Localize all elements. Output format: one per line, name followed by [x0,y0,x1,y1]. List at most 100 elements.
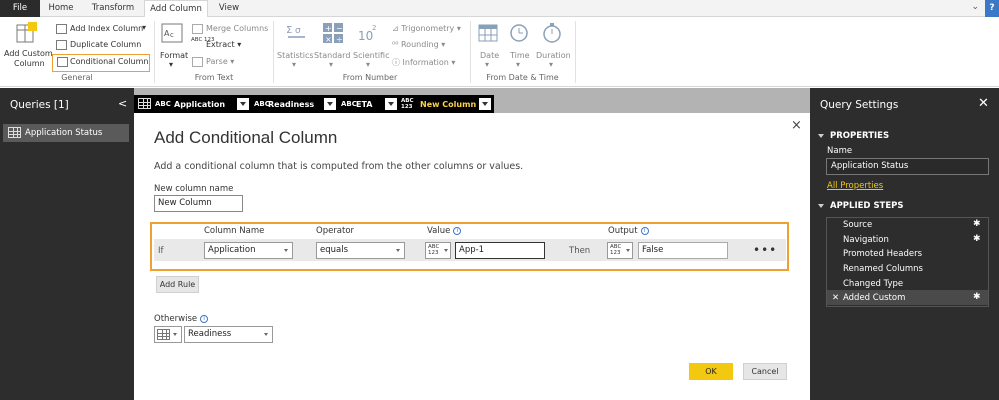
rule-more-options-icon[interactable]: ••• [753,243,777,257]
otherwise-select[interactable]: Readiness [184,326,273,343]
query-settings-title: Query Settings [820,99,899,111]
rounding-button[interactable]: ⁰⁰ Rounding ▾ [392,40,445,49]
queries-collapse-icon[interactable]: < [118,97,127,110]
scientific-dropdown-icon[interactable]: ▾ [366,60,370,69]
ribbon-collapse-icon[interactable]: ⌄ [971,2,979,12]
format-button[interactable]: Format [160,51,188,60]
date-icon[interactable] [478,23,498,43]
tab-home[interactable]: Home [40,0,82,17]
time-button[interactable]: Time [510,51,530,60]
applied-steps-heading[interactable]: APPLIED STEPS [818,201,904,211]
standard-icon[interactable]: + − × ÷ [322,22,344,44]
time-icon[interactable] [509,23,529,43]
duplicate-column-button[interactable]: Duplicate Column [70,40,141,49]
scientific-icon[interactable]: 10 2 [357,22,379,44]
column-header-application[interactable]: Application [174,100,225,109]
add-index-column-icon [56,24,67,34]
otherwise-info-icon[interactable]: i [200,314,209,323]
tab-view[interactable]: View [208,0,250,17]
svg-text:c: c [170,31,174,39]
then-label: Then [569,246,591,256]
all-properties-link[interactable]: All Properties [827,181,883,191]
svg-text:−: − [336,24,343,33]
statistics-icon[interactable]: Σ σ [285,22,307,44]
svg-text:+: + [325,24,332,33]
value-type-select[interactable]: ABC 123 [425,242,451,259]
step-source[interactable]: Source [843,220,872,230]
output-info-icon[interactable]: i [640,226,649,235]
output-input[interactable]: False [638,242,728,259]
new-column-name-label: New column name [154,184,234,194]
add-index-dropdown-icon[interactable]: ▾ [142,23,146,32]
readiness-filter-icon[interactable] [324,98,336,110]
scientific-button[interactable]: Scientific [353,51,390,60]
step-promoted-headers[interactable]: Promoted Headers [843,249,922,259]
duration-dropdown-icon[interactable]: ▾ [549,60,553,69]
step-added-custom[interactable]: Added Custom [843,293,905,303]
statistics-dropdown-icon[interactable]: ▾ [292,60,296,69]
value-header: Value i [427,226,462,236]
new-column-name-input[interactable]: New Column [154,195,243,212]
group-separator [575,21,576,83]
query-settings-close-icon[interactable]: ✕ [978,96,989,111]
dialog-close-icon[interactable]: × [791,118,802,133]
source-gear-icon[interactable]: ✱ [973,219,981,229]
date-button[interactable]: Date [480,51,499,60]
step-changed-type[interactable]: Changed Type [843,279,903,289]
merge-columns-button[interactable]: Merge Columns [206,24,268,33]
dialog-description: Add a conditional column that is compute… [154,161,524,172]
value-input[interactable]: App-1 [455,242,545,259]
help-icon[interactable]: ? [985,0,999,17]
standard-button[interactable]: Standard [314,51,350,60]
format-icon[interactable]: A c [160,23,184,43]
add-custom-column-label-2[interactable]: Column [14,59,45,68]
query-name-input[interactable]: Application Status [826,158,989,175]
dialog-title: Add Conditional Column [154,128,338,147]
tab-file[interactable]: File [0,0,40,17]
parse-button[interactable]: Parse ▾ [206,57,234,66]
otherwise-type-select[interactable] [154,326,182,343]
parse-icon [192,57,203,67]
column-header-readiness[interactable]: Readiness [268,100,314,109]
add-custom-column-label-1[interactable]: Add Custom [4,49,53,58]
statistics-button[interactable]: Statistics [277,51,314,60]
tab-add-column[interactable]: Add Column [144,0,208,18]
new-column-type-icon[interactable]: ABC 123 [401,98,417,110]
group-from-text-label: From Text [194,73,234,82]
delete-step-icon[interactable]: ✕ [832,293,839,303]
properties-heading[interactable]: PROPERTIES [818,131,889,141]
column-header-new-column[interactable]: New Column [420,100,476,109]
cancel-button[interactable]: Cancel [743,363,787,380]
new-column-filter-icon[interactable] [479,98,491,110]
tab-transform[interactable]: Transform [82,0,144,17]
duration-icon[interactable] [542,22,562,44]
navigation-gear-icon[interactable]: ✱ [973,234,981,244]
duration-button[interactable]: Duration [536,51,571,60]
value-info-icon[interactable]: i [453,226,462,235]
operator-select[interactable]: equals [316,242,405,259]
time-dropdown-icon[interactable]: ▾ [516,60,520,69]
format-dropdown-icon[interactable]: ▾ [169,60,173,69]
added-custom-gear-icon[interactable]: ✱ [973,292,981,302]
add-rule-button[interactable]: Add Rule [156,276,199,293]
information-button[interactable]: ⓘ Information ▾ [392,57,455,68]
table-menu-icon[interactable] [138,98,151,109]
add-custom-column-icon[interactable] [16,22,38,44]
output-type-select[interactable]: ABC 123 [607,242,633,259]
query-item-label[interactable]: Application Status [25,128,102,138]
eta-type-icon[interactable]: ABC [341,100,357,108]
application-filter-icon[interactable] [237,98,249,110]
trigonometry-button[interactable]: ⊿ Trigonometry ▾ [392,24,461,33]
conditional-column-button[interactable]: Conditional Column [70,57,148,66]
ok-button[interactable]: OK [689,363,733,380]
extract-button[interactable]: Extract ▾ [206,40,241,49]
standard-dropdown-icon[interactable]: ▾ [329,60,333,69]
add-index-column-button[interactable]: Add Index Column [70,24,143,33]
step-renamed-columns[interactable]: Renamed Columns [843,264,923,274]
step-navigation[interactable]: Navigation [843,235,889,245]
eta-filter-icon[interactable] [385,98,397,110]
application-type-icon[interactable]: ABC [155,100,171,108]
date-dropdown-icon[interactable]: ▾ [485,60,489,69]
column-name-select[interactable]: Application [204,242,293,259]
column-header-eta[interactable]: ETA [356,100,373,109]
